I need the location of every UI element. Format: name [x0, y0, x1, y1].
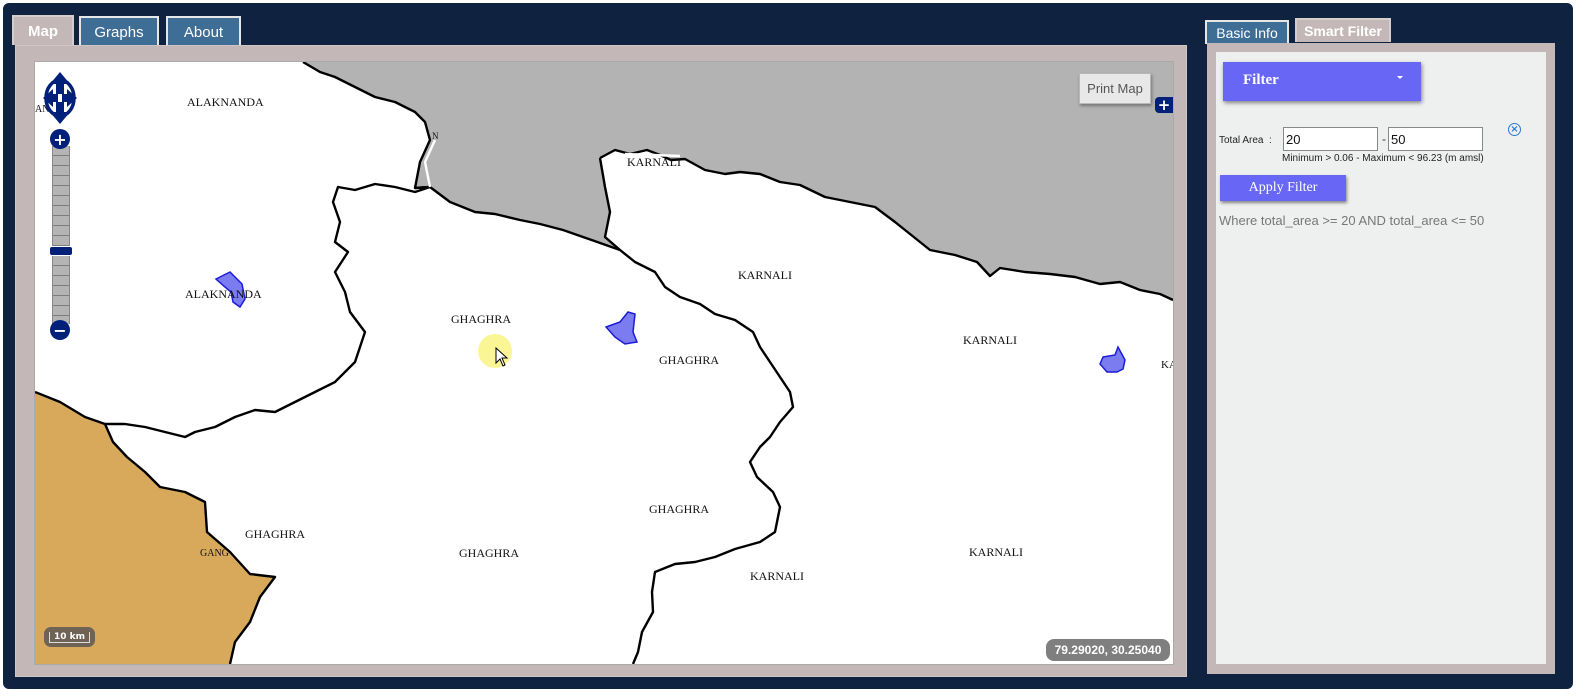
tab-smart-filter[interactable]: Smart Filter: [1295, 18, 1391, 42]
zoom-in-button[interactable]: +: [50, 129, 70, 149]
smart-filter-content: Filter Total Area : - × Minimum > 0.06 -…: [1216, 52, 1546, 664]
map-label: KARNALI: [963, 333, 1017, 347]
lake-karnali: [1099, 345, 1126, 373]
map-label: ALAKNANDA: [185, 287, 262, 301]
map-label: N: [432, 131, 439, 141]
map-label: GHAGHRA: [649, 502, 709, 516]
map-label: KARNALI: [969, 545, 1023, 559]
tab-about[interactable]: About: [166, 16, 241, 46]
apply-filter-button[interactable]: Apply Filter: [1220, 175, 1346, 201]
total-area-label: Total Area :: [1219, 135, 1272, 146]
tab-basic-info[interactable]: Basic Info: [1205, 20, 1289, 44]
map-label: KA: [1161, 359, 1173, 371]
map-label: ALAKNANDA: [187, 95, 264, 109]
map-label: KARNALI: [750, 569, 804, 583]
max-area-input[interactable]: [1388, 127, 1483, 151]
map-viewport[interactable]: ALAKNANDA ALAKNANDA KARNALI KARNALI KARN…: [34, 61, 1174, 665]
map-label: KARNALI: [627, 155, 681, 169]
smart-filter-panel: Filter Total Area : - × Minimum > 0.06 -…: [1207, 43, 1555, 674]
mouse-pointer-icon: [495, 347, 509, 367]
print-map-button[interactable]: Print Map: [1079, 73, 1151, 104]
map-panel: ALAKNANDA ALAKNANDA KARNALI KARNALI KARN…: [15, 45, 1187, 677]
map-label: KARNALI: [738, 268, 792, 282]
tab-map[interactable]: Map: [12, 15, 74, 45]
layer-switcher-plus-icon[interactable]: +: [1155, 96, 1173, 114]
clear-circle-icon[interactable]: ×: [1508, 123, 1521, 136]
map-label: GHAGHRA: [659, 353, 719, 367]
zoom-slider-handle[interactable]: [49, 246, 73, 256]
boundary-ghaghra-karnali: [598, 157, 795, 664]
map-label: GHAGHRA: [245, 527, 305, 541]
filter-dropdown[interactable]: Filter: [1223, 62, 1421, 101]
range-separator: -: [1382, 132, 1386, 146]
map-canvas[interactable]: [35, 62, 1173, 664]
grey-land-region: [303, 62, 1173, 300]
app-frame: Map Graphs About ALAKNANDA ALAKNANDA KAR…: [3, 3, 1573, 689]
tab-graphs[interactable]: Graphs: [79, 16, 159, 46]
where-clause-text: Where total_area >= 20 AND total_area <=…: [1219, 213, 1485, 228]
zoom-track[interactable]: [52, 146, 70, 324]
zoom-out-button[interactable]: −: [50, 320, 70, 340]
map-label: GHAGHRA: [451, 312, 511, 326]
scale-label: 10 km: [48, 631, 91, 643]
boundary-alaknanda: [35, 62, 432, 439]
lake-ghaghra: [604, 311, 639, 345]
map-label: GANG: [200, 548, 229, 559]
coordinate-readout: 79.29020, 30.25040: [1046, 639, 1170, 661]
range-hint: Minimum > 0.06 - Maximum < 96.23 (m amsl…: [1282, 153, 1484, 164]
map-label: GHAGHRA: [459, 546, 519, 560]
scale-bar: 10 km: [44, 627, 95, 647]
orange-land-region: [35, 392, 275, 664]
pan-arrows-icon[interactable]: [42, 71, 78, 125]
min-area-input[interactable]: [1283, 127, 1378, 151]
filter-dropdown-label: Filter: [1243, 72, 1279, 88]
caret-down-icon: [1397, 76, 1403, 79]
